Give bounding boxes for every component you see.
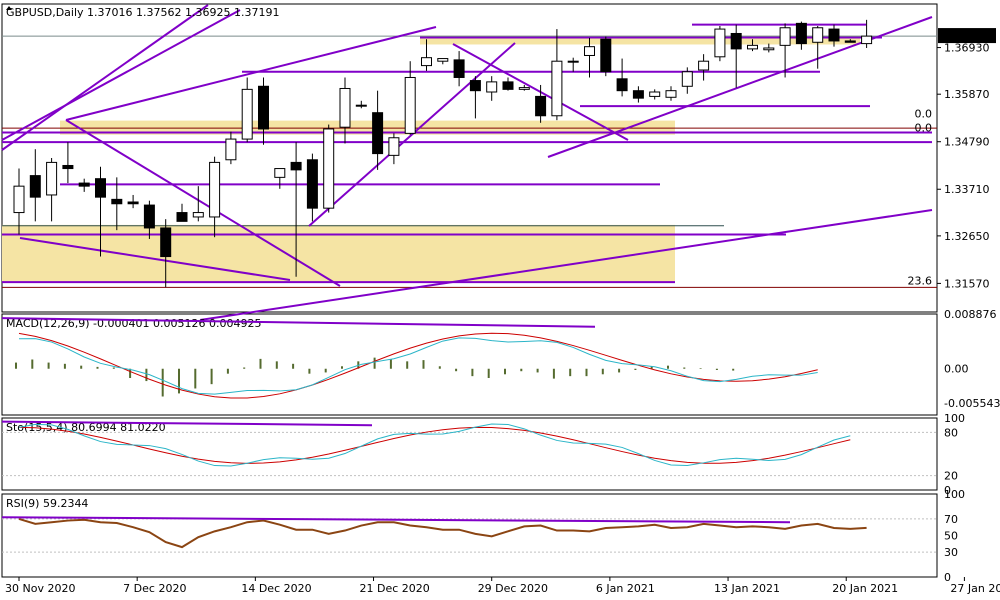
candle-body <box>714 28 726 58</box>
fib-level-label: 23.6 <box>908 274 933 287</box>
candle-body <box>421 57 432 67</box>
candle-body <box>812 27 824 43</box>
date-tick-label: 29 Dec 2020 <box>478 582 548 595</box>
date-tick-label: 14 Dec 2020 <box>241 582 311 595</box>
price-tick-label: 1.36930 <box>944 42 990 55</box>
rsi-label: RSI(9) 59.2344 <box>6 497 88 510</box>
candle-body <box>192 212 204 218</box>
candle-body <box>95 178 106 198</box>
macd-tick-label: 0.008876 <box>944 308 997 321</box>
date-tick-label: 21 Dec 2020 <box>360 582 430 595</box>
candle-body <box>78 182 90 187</box>
candle-body <box>225 138 237 161</box>
candle-body <box>763 47 775 51</box>
date-tick-label: 13 Jan 2021 <box>714 582 780 595</box>
candle-body <box>665 90 677 98</box>
chart-background <box>1 3 938 578</box>
rsi-tick-label: 50 <box>944 530 958 543</box>
candle-body <box>779 27 791 46</box>
candle-body <box>584 46 595 56</box>
macd-tick-label: -0.005543 <box>944 397 1000 410</box>
candle-body <box>698 60 710 71</box>
date-tick-label: 20 Jan 2021 <box>832 582 898 595</box>
candle-body <box>486 81 498 93</box>
candle-body <box>388 137 400 156</box>
candle-body <box>632 90 644 99</box>
candle-body <box>143 204 155 229</box>
candle-body <box>535 95 547 117</box>
candle-body <box>306 159 318 209</box>
fib-zone <box>2 224 675 283</box>
candle-body <box>730 32 742 50</box>
candle-body <box>62 164 74 170</box>
rsi-tick-label: 30 <box>944 546 958 559</box>
candle-body <box>241 88 253 140</box>
price-tick-label: 1.34790 <box>944 136 990 149</box>
candle-body <box>518 87 530 90</box>
candle-body <box>404 76 416 134</box>
candle-body <box>339 87 351 128</box>
candle-body <box>747 44 758 50</box>
candle-body <box>453 59 465 78</box>
fib-level-label: 0.0 <box>915 108 933 121</box>
candle-body <box>600 38 612 73</box>
fib-level-label: 0.0 <box>915 122 933 135</box>
date-tick-label: 6 Jan 2021 <box>596 582 655 595</box>
candle-body <box>828 28 840 42</box>
current-price-label: 1.37191 <box>942 30 988 43</box>
candle-body <box>502 81 514 90</box>
candle-body <box>176 212 188 222</box>
candle-body <box>616 78 628 92</box>
date-tick-label: 27 Jan 2021 <box>950 582 1000 595</box>
candle-body <box>437 58 449 62</box>
stochastic-tick-label: 20 <box>944 470 958 483</box>
price-tick-label: 1.35870 <box>944 88 990 101</box>
candle-body <box>127 201 139 205</box>
candle-body <box>795 22 807 45</box>
panel-rsi <box>1 493 938 578</box>
candle-body <box>844 40 856 43</box>
candle-body <box>46 161 58 196</box>
date-tick-label: 30 Nov 2020 <box>5 582 75 595</box>
candle-body <box>551 60 563 117</box>
chart-header: GBPUSD,Daily 1.37016 1.37562 1.36925 1.3… <box>6 6 279 19</box>
candle-body <box>355 104 367 107</box>
gbpusd-daily-chart[interactable]: 0.00.023.6 MACD(12,26,9) -0.000401 0.005… <box>0 0 1000 600</box>
candle-body <box>567 60 579 63</box>
candle-body <box>274 168 286 178</box>
macd-tick-label: 0.00 <box>944 363 969 376</box>
stochastic-tick-label: 80 <box>944 426 958 439</box>
candle-body <box>681 71 693 87</box>
price-tick-label: 1.31570 <box>944 277 990 290</box>
candle-body <box>469 80 481 92</box>
candle-body <box>372 112 384 155</box>
candle-body <box>209 161 221 218</box>
candle-body <box>111 198 123 205</box>
candle-body <box>861 35 873 45</box>
price-tick-label: 1.33710 <box>944 183 990 196</box>
price-tick-label: 1.32650 <box>944 230 990 243</box>
candle-body <box>13 185 25 214</box>
candle-body <box>29 175 41 198</box>
candle-body <box>323 128 335 209</box>
stochastic-tick-label: 100 <box>944 412 965 425</box>
candle-body <box>258 85 269 130</box>
candle-body <box>290 161 302 171</box>
date-tick-label: 7 Dec 2020 <box>123 582 186 595</box>
rsi-tick-label: 100 <box>944 488 965 501</box>
candle-body <box>160 227 172 258</box>
rsi-tick-label: 70 <box>944 513 958 526</box>
candle-body <box>649 91 661 97</box>
